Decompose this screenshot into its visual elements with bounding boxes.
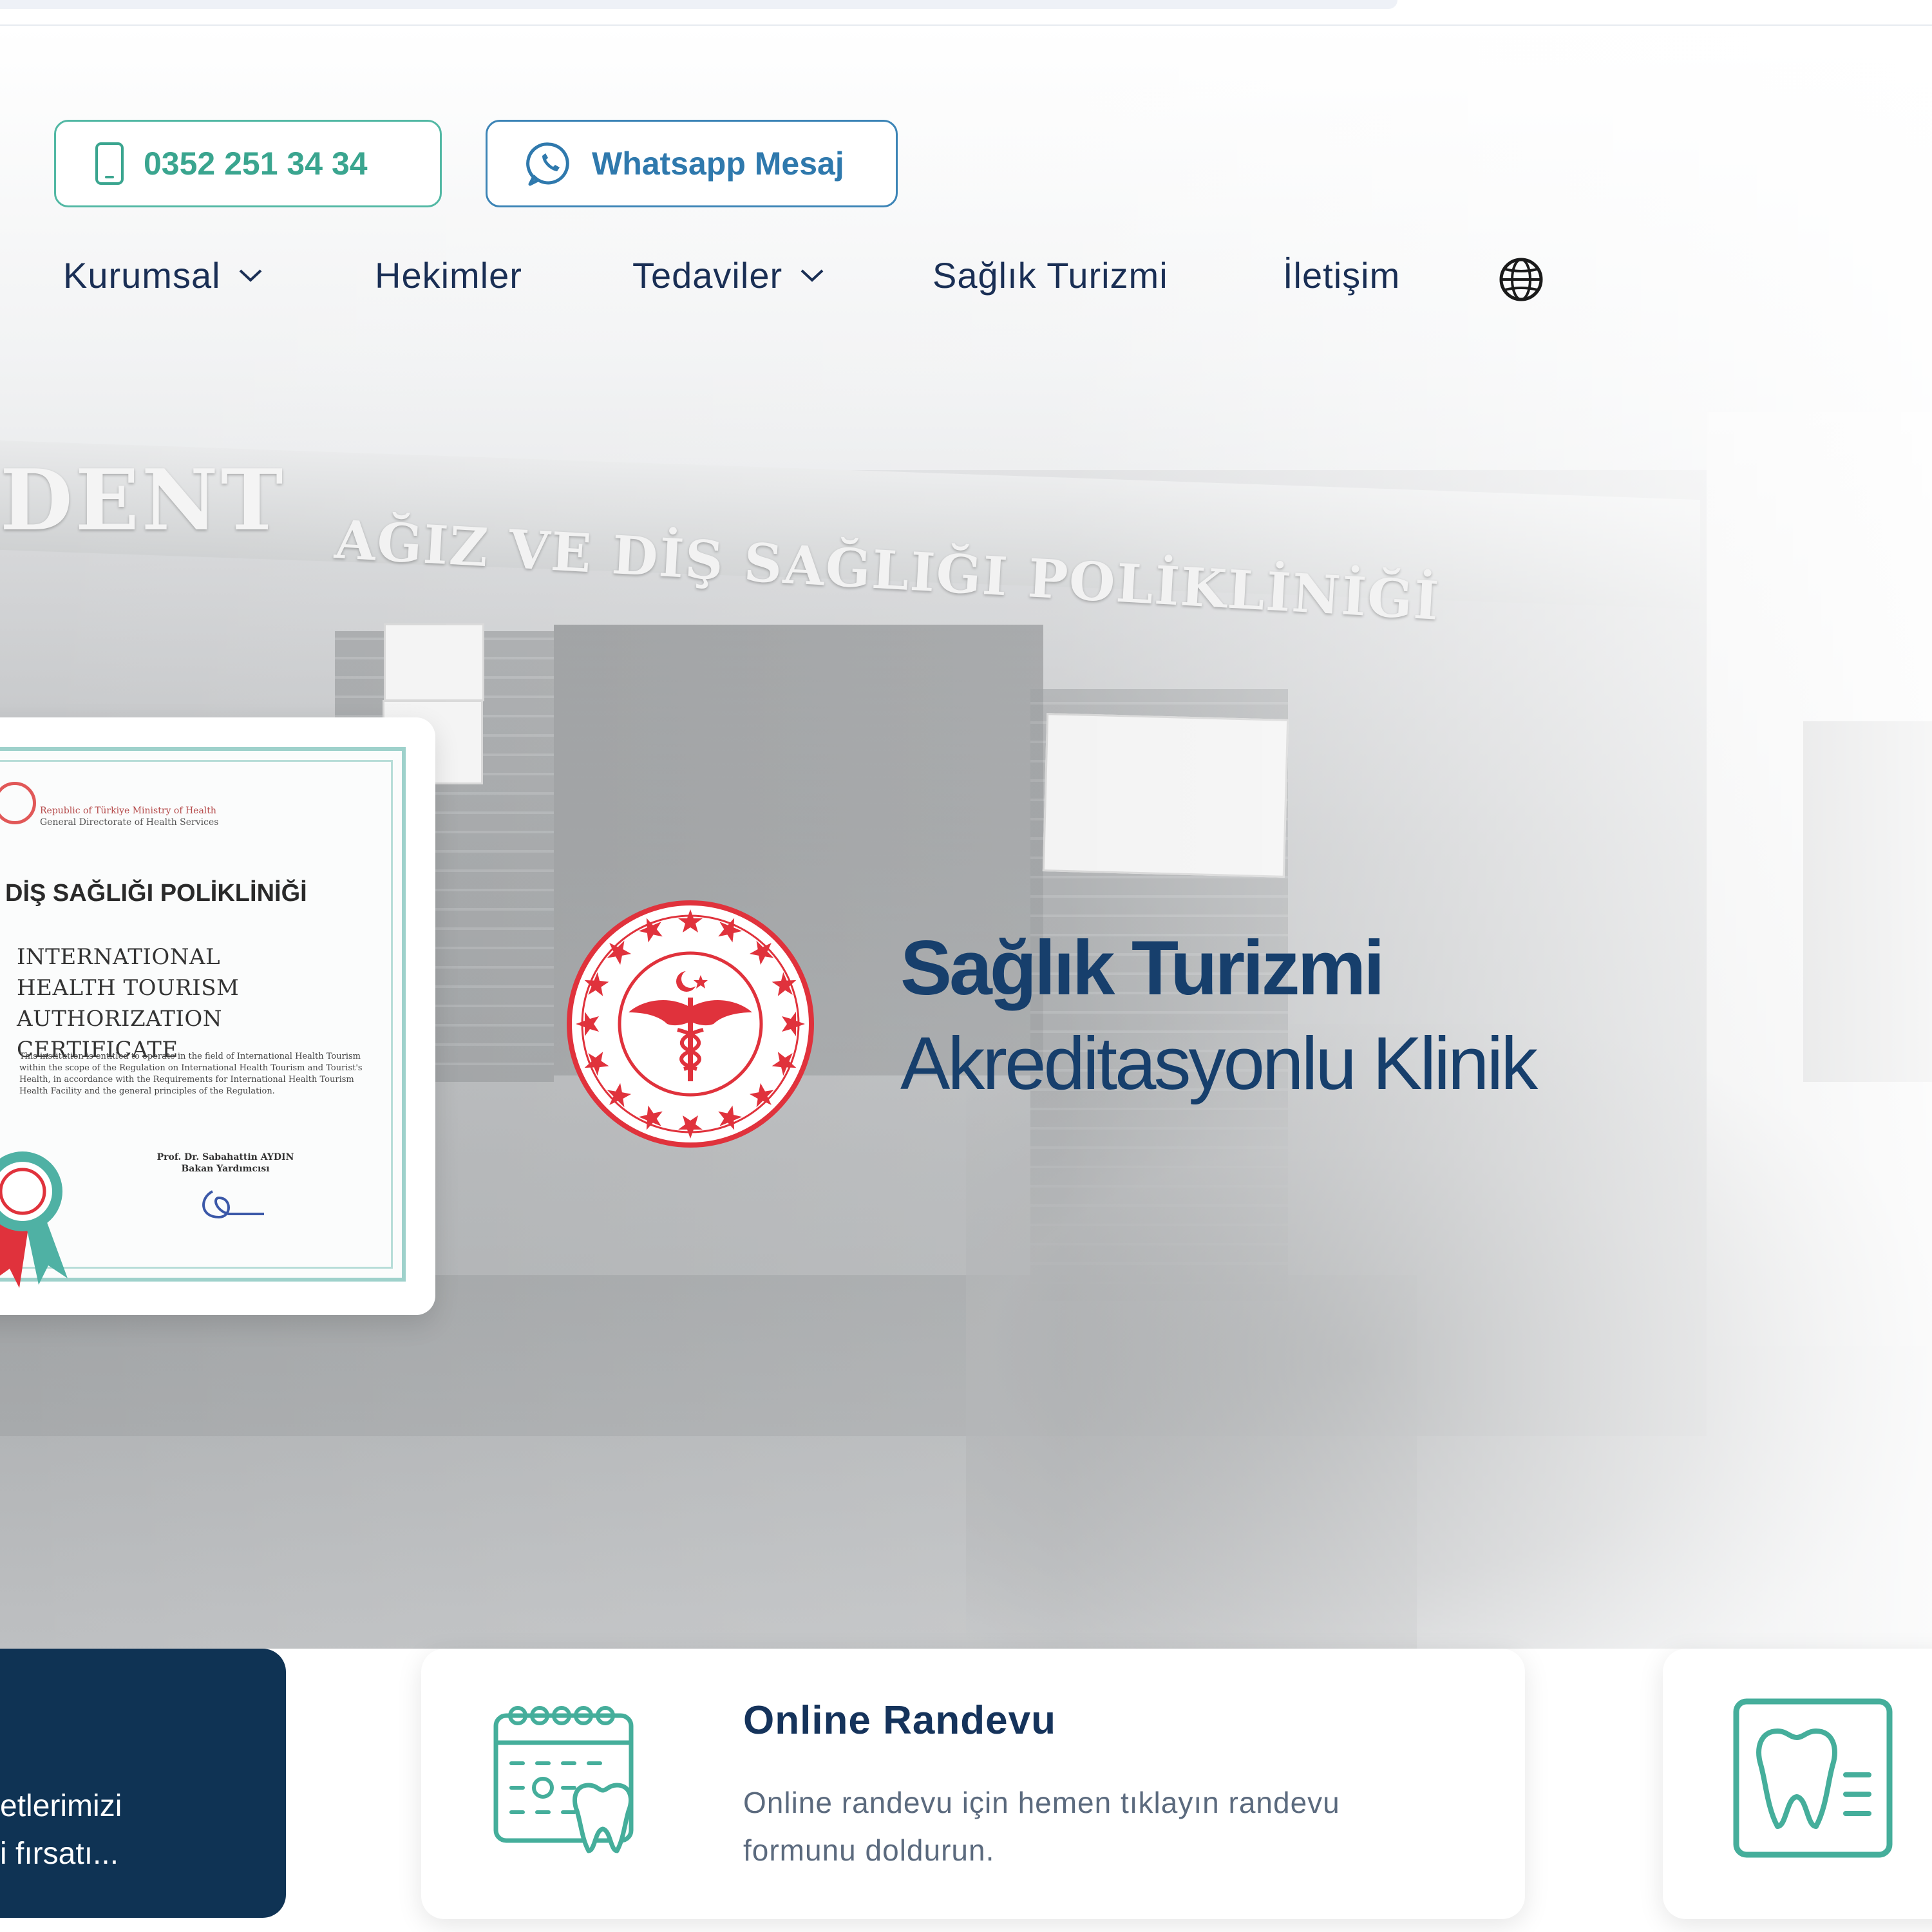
tooth-document-icon bbox=[1733, 1698, 1893, 1858]
nav-item-tedaviler[interactable]: Tedaviler bbox=[632, 254, 825, 296]
browser-top-strip bbox=[0, 0, 1397, 9]
signer-name: Prof. Dr. Sabahattin AYDIN bbox=[156, 1152, 294, 1162]
certificate-body: This institution is entitled to operate … bbox=[19, 1052, 363, 1096]
mobile-phone-icon bbox=[95, 142, 124, 185]
accreditation-subtitle: Akreditasyonlu Klinik bbox=[900, 1021, 1538, 1105]
certificate-title: INTERNATIONAL HEALTH TOURISM AUTHORIZATI… bbox=[17, 942, 377, 1065]
phone-number: 0352 251 34 34 bbox=[144, 146, 368, 182]
certificate-ministry: Republic of Türkiye Ministry of Health G… bbox=[40, 805, 233, 828]
ministry-line: General Directorate of Health Services bbox=[40, 817, 219, 828]
phone-button[interactable]: 0352 251 34 34 bbox=[54, 120, 442, 207]
online-randevu-description: Online randevu için hemen tıklayın rande… bbox=[743, 1779, 1490, 1874]
certificate-ribbon-seal bbox=[0, 1151, 68, 1288]
certificate-clinic-name: DİŞ SAĞLIĞI POLİKLİNİĞİ bbox=[5, 880, 307, 907]
nav-item-saglik-turizmi[interactable]: Sağlık Turizmi bbox=[933, 254, 1168, 296]
certificate-title-line: INTERNATIONAL bbox=[17, 944, 221, 970]
ministry-line: Republic of Türkiye Ministry of Health bbox=[40, 806, 216, 816]
nav-item-hekimler[interactable]: Hekimler bbox=[375, 254, 522, 296]
whatsapp-label: Whatsapp Mesaj bbox=[592, 146, 844, 182]
service-card-dark-text: etlerimizi i fırsatı... bbox=[0, 1783, 122, 1878]
online-randevu-title: Online Randevu bbox=[743, 1698, 1056, 1743]
description-line: formunu doldurun. bbox=[743, 1833, 995, 1867]
description-line: Online randevu için hemen tıklayın rande… bbox=[743, 1786, 1340, 1819]
whatsapp-button[interactable]: Whatsapp Mesaj bbox=[486, 120, 898, 207]
calendar-tooth-icon bbox=[493, 1706, 634, 1853]
nav-item-label: Sağlık Turizmi bbox=[933, 255, 1168, 296]
building-sign-brand: DENT bbox=[0, 451, 286, 549]
nav-item-label: Hekimler bbox=[375, 255, 522, 296]
service-card-text-line: etlerimizi bbox=[0, 1789, 122, 1823]
ministry-of-health-seal-icon bbox=[567, 900, 814, 1148]
whatsapp-icon bbox=[526, 142, 569, 186]
chevron-down-icon bbox=[239, 269, 261, 282]
nav-item-label: Kurumsal bbox=[63, 255, 221, 296]
certificate-signer: Prof. Dr. Sabahattin AYDIN Bakan Yardımc… bbox=[142, 1151, 309, 1175]
globe-icon[interactable] bbox=[1498, 256, 1544, 303]
chevron-down-icon bbox=[800, 269, 824, 282]
nav-item-kurumsal[interactable]: Kurumsal bbox=[63, 254, 263, 296]
service-card-text-line: i fırsatı... bbox=[0, 1837, 119, 1871]
signer-title: Bakan Yardımcısı bbox=[181, 1164, 270, 1174]
certificate-title-line: HEALTH TOURISM bbox=[17, 975, 240, 1001]
accreditation-title: Sağlık Turizmi bbox=[900, 925, 1385, 1011]
nav-item-label: İletişim bbox=[1283, 255, 1401, 296]
signature-mark bbox=[202, 1190, 264, 1219]
nav-item-label: Tedaviler bbox=[632, 255, 783, 296]
nav-item-iletisim[interactable]: İletişim bbox=[1283, 254, 1400, 296]
